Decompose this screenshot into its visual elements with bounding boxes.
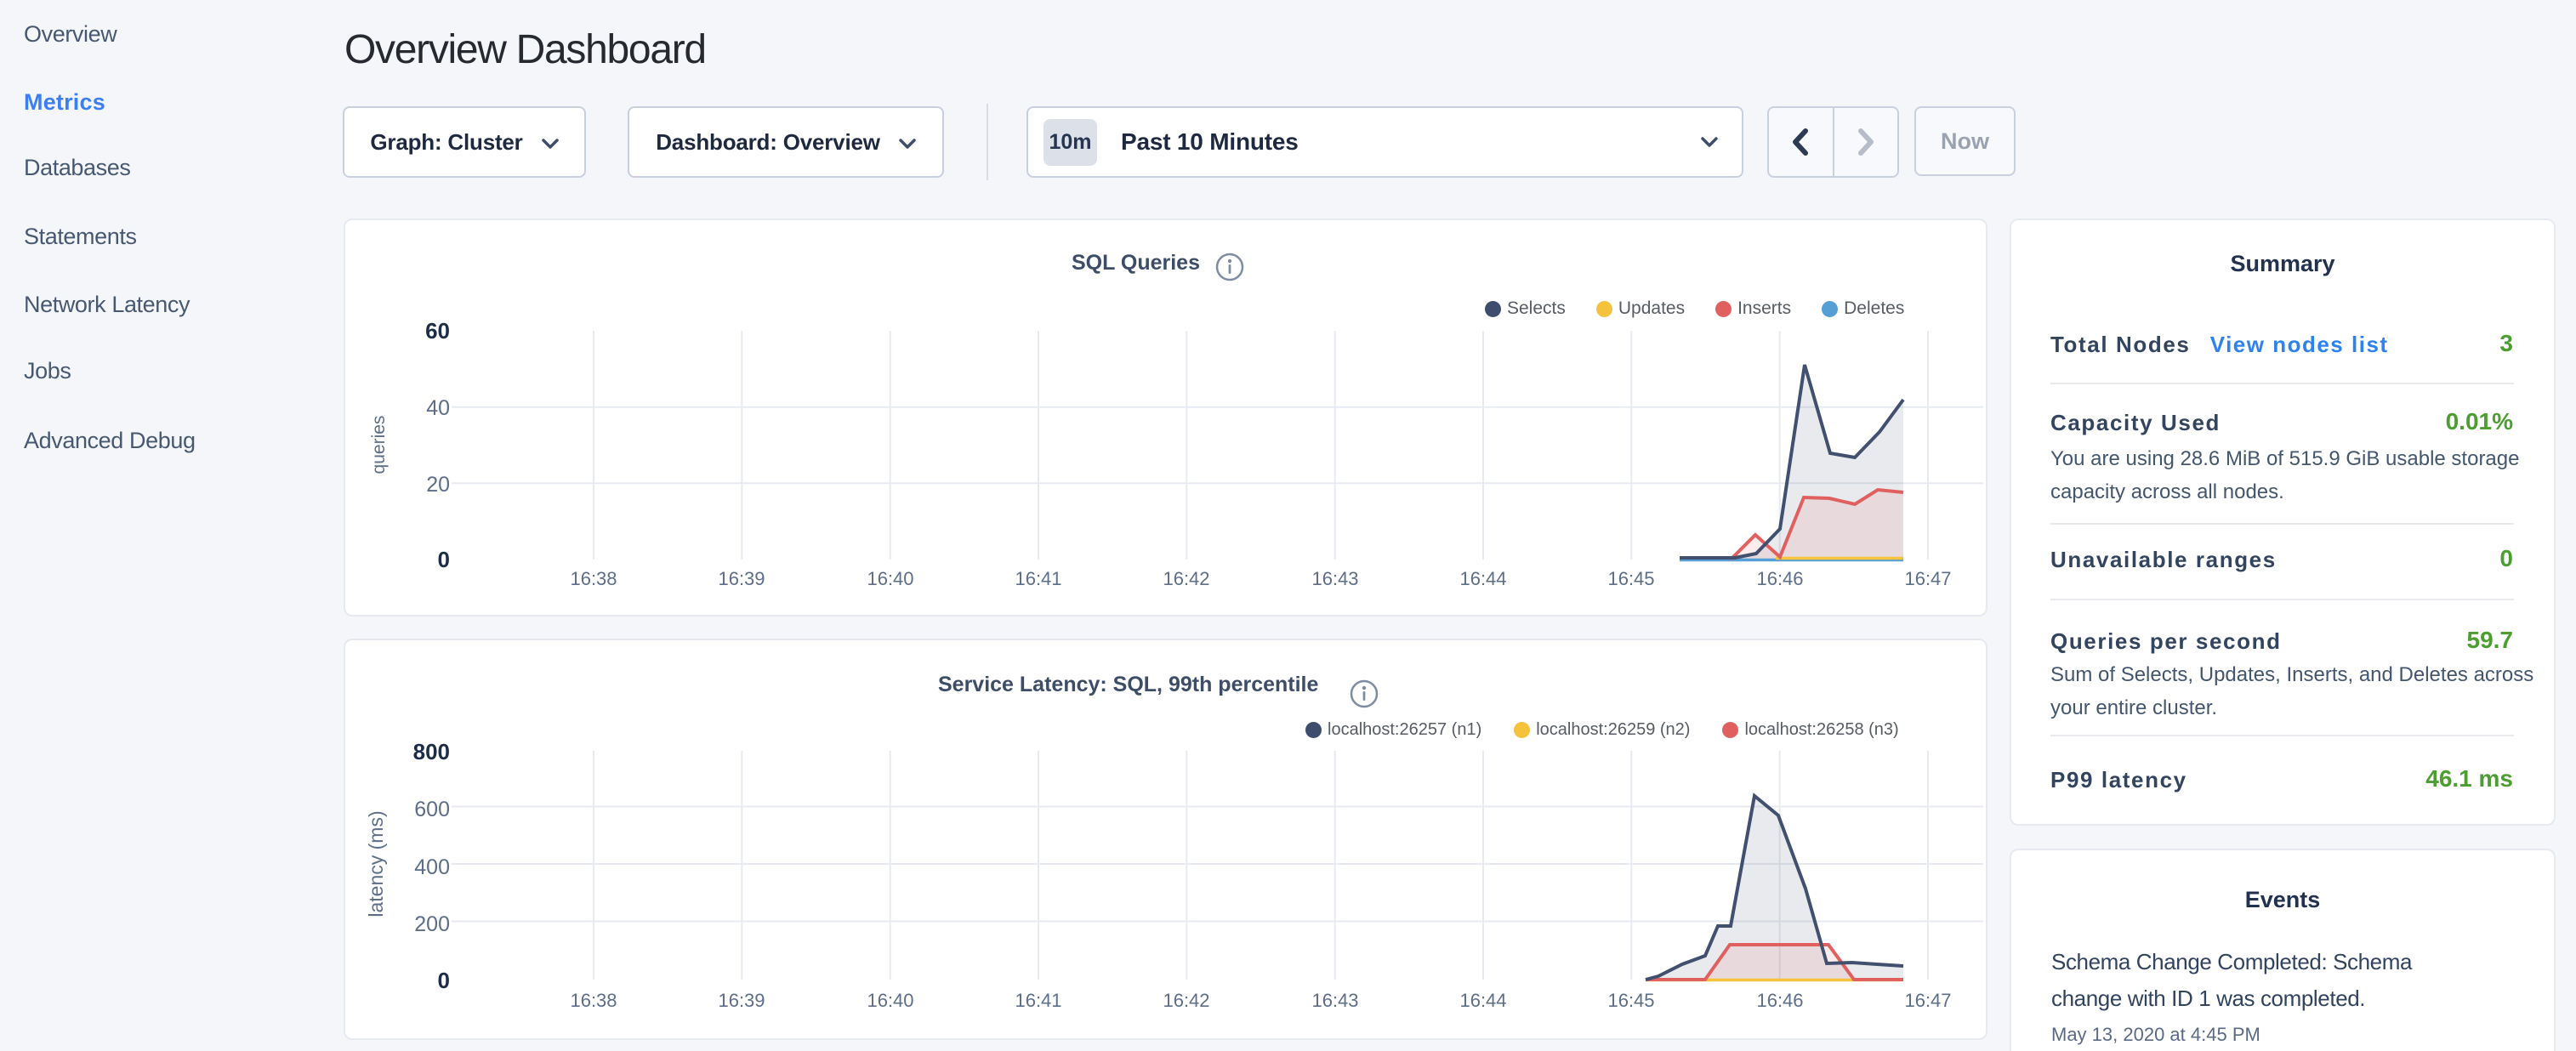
- svg-text:16:41: 16:41: [1015, 568, 1061, 589]
- svg-text:latency (ms): latency (ms): [365, 810, 387, 917]
- svg-text:600: 600: [414, 798, 450, 821]
- svg-text:16:47: 16:47: [1904, 990, 1951, 1011]
- svg-text:16:45: 16:45: [1607, 990, 1654, 1011]
- svg-text:16:40: 16:40: [867, 990, 913, 1011]
- svg-text:16:47: 16:47: [1904, 568, 1951, 589]
- svg-text:16:39: 16:39: [718, 990, 765, 1011]
- svg-text:16:40: 16:40: [867, 568, 913, 589]
- svg-text:40: 40: [426, 396, 450, 420]
- svg-text:16:45: 16:45: [1607, 568, 1654, 589]
- svg-text:16:44: 16:44: [1459, 990, 1506, 1011]
- svg-text:16:42: 16:42: [1163, 990, 1209, 1011]
- svg-text:20: 20: [426, 473, 450, 497]
- svg-text:60: 60: [425, 318, 450, 344]
- svg-text:16:41: 16:41: [1015, 990, 1061, 1011]
- svg-text:16:46: 16:46: [1756, 990, 1803, 1011]
- svg-text:0: 0: [438, 547, 450, 572]
- svg-text:0: 0: [438, 968, 450, 993]
- svg-text:16:38: 16:38: [570, 990, 617, 1011]
- svg-text:200: 200: [414, 912, 450, 936]
- svg-text:16:43: 16:43: [1311, 990, 1358, 1011]
- svg-text:16:43: 16:43: [1311, 568, 1358, 589]
- svg-text:16:38: 16:38: [570, 568, 617, 589]
- svg-text:16:46: 16:46: [1756, 568, 1803, 589]
- svg-text:queries: queries: [369, 416, 389, 474]
- svg-text:16:44: 16:44: [1459, 568, 1506, 589]
- svg-text:16:42: 16:42: [1163, 568, 1209, 589]
- svg-text:16:39: 16:39: [718, 568, 765, 589]
- svg-text:800: 800: [413, 739, 450, 764]
- svg-text:400: 400: [414, 855, 450, 879]
